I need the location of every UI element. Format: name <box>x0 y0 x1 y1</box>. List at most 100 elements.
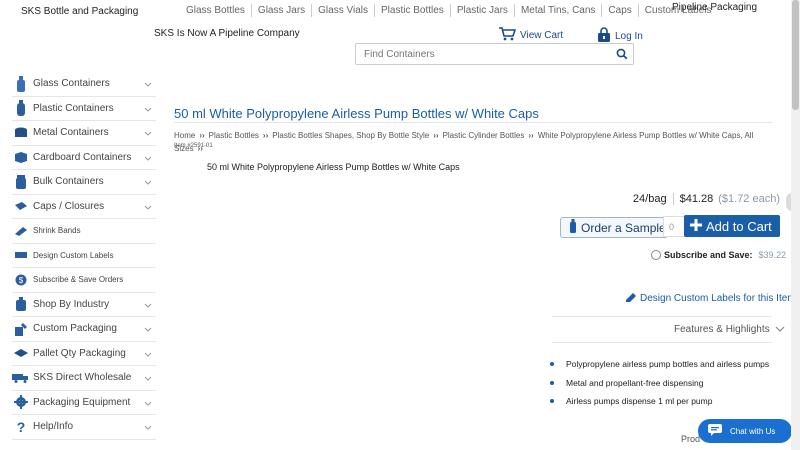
features-divider-top <box>552 316 772 317</box>
bullet-icon <box>550 362 554 366</box>
nav-glass-jars[interactable]: Glass Jars <box>252 4 313 17</box>
sidebar-item-help-info[interactable]: ? Help/Info <box>12 415 156 440</box>
sidebar-item-label: Glass Containers <box>33 78 110 90</box>
pallet-icon <box>12 348 30 358</box>
feature-text: Metal and propellant-free dispensing <box>566 377 704 388</box>
sidebar-item-metal-containers[interactable]: Metal Containers <box>12 121 156 146</box>
add-to-cart-button[interactable]: Add to Cart <box>684 215 780 237</box>
sidebar-item-shrink-bands[interactable]: Shrink Bands <box>12 219 156 244</box>
log-in-label: Log In <box>615 30 643 42</box>
product-title: 50 ml White Polypropylene Airless Pump B… <box>174 106 539 121</box>
breadcrumb-plastic-bottles[interactable]: Plastic Bottles <box>209 131 259 140</box>
product-details-heading: Prod <box>681 434 701 444</box>
sidebar-item-bulk-containers[interactable]: Bulk Containers <box>12 170 156 195</box>
order-sample-label: Order a Sample <box>581 220 666 235</box>
industry-icon <box>12 297 30 312</box>
search-box <box>355 43 634 65</box>
chat-button[interactable]: Chat with Us <box>698 419 792 443</box>
order-sample-button[interactable]: Order a Sample <box>560 217 668 238</box>
sidebar-item-plastic-containers[interactable]: Plastic Containers <box>12 97 156 121</box>
chat-icon <box>708 424 722 438</box>
nav-plastic-jars[interactable]: Plastic Jars <box>451 4 515 17</box>
label-icon <box>12 250 30 260</box>
glass-bottle-icon <box>12 75 30 92</box>
sidebar-item-label: Packaging Equipment <box>33 396 131 408</box>
design-labels-link[interactable]: Design Custom Labels for this Item <box>625 291 796 305</box>
features-list: Polypropylene airless pump bottles and a… <box>548 359 769 415</box>
brand-name[interactable]: SKS Bottle and Packaging <box>21 6 138 17</box>
sidebar-item-design-custom-labels[interactable]: Design Custom Labels <box>12 244 156 268</box>
view-cart-label: View Cart <box>520 30 564 41</box>
bullet-icon <box>550 399 554 403</box>
sidebar-item-sks-direct-wholesale[interactable]: SKS Direct Wholesale <box>12 366 156 391</box>
custom-packaging-icon <box>12 322 30 336</box>
breadcrumb-home[interactable]: Home <box>174 131 195 140</box>
sidebar-item-label: Design Custom Labels <box>33 250 114 260</box>
gear-icon <box>12 395 30 410</box>
product-subtitle: 50 ml White Polypropylene Airless Pump B… <box>207 162 460 172</box>
feature-item: Polypropylene airless pump bottles and a… <box>548 359 769 378</box>
top-nav: Glass Bottles Glass Jars Glass Vials Pla… <box>180 4 717 17</box>
sidebar-item-shop-by-industry[interactable]: Shop By Industry <box>12 293 156 317</box>
chevron-down-icon <box>144 373 152 384</box>
box-icon <box>12 151 30 164</box>
pack-size: 24/bag <box>632 193 667 205</box>
svg-text:$: $ <box>19 276 24 285</box>
tagline: SKS Is Now A Pipeline Company <box>154 28 300 39</box>
breadcrumb-cylinder[interactable]: Plastic Cylinder Bottles <box>443 131 525 140</box>
scrollbar[interactable] <box>791 0 800 450</box>
chevron-down-icon <box>144 349 152 360</box>
sidebar-item-label: Subscribe & Save Orders <box>33 275 124 285</box>
quantity-input[interactable]: 0 <box>663 216 685 237</box>
features-toggle[interactable]: Features & Highlights <box>674 324 785 335</box>
sidebar-item-packaging-equipment[interactable]: Packaging Equipment <box>12 391 156 415</box>
sidebar-item-label: SKS Direct Wholesale <box>33 372 132 384</box>
nav-glass-bottles[interactable]: Glass Bottles <box>180 4 252 17</box>
chevron-down-icon <box>144 153 152 164</box>
bullet-icon <box>550 380 554 385</box>
sidebar-item-cardboard-containers[interactable]: Cardboard Containers <box>12 146 156 170</box>
sidebar-item-label: Plastic Containers <box>33 102 114 114</box>
breadcrumb-shapes[interactable]: Plastic Bottles Shapes, Shop By Bottle S… <box>272 131 429 140</box>
view-cart-link[interactable]: View Cart <box>498 27 563 44</box>
feature-item: Metal and propellant-free dispensing <box>548 378 769 397</box>
sidebar-item-glass-containers[interactable]: Glass Containers <box>12 72 156 97</box>
nav-glass-vials[interactable]: Glass Vials <box>312 4 375 17</box>
search-input[interactable] <box>356 44 611 64</box>
chevron-down-icon <box>144 324 152 335</box>
nav-caps[interactable]: Caps <box>602 4 639 17</box>
design-labels-label: Design Custom Labels for this Item <box>640 292 796 304</box>
sidebar: Glass Containers Plastic Containers Metal … <box>12 72 156 440</box>
cart-icon <box>498 27 517 44</box>
truck-icon <box>12 373 30 383</box>
chevron-down-icon <box>144 202 152 213</box>
subscribe-price: $39.22 <box>758 250 787 260</box>
question-icon: ? <box>12 420 30 434</box>
feature-text: Polypropylene airless pump bottles and a… <box>566 359 770 369</box>
plus-icon <box>690 218 702 234</box>
price-each: ($1.72 each) <box>718 193 780 205</box>
chevron-down-icon <box>144 177 152 188</box>
pipeline-link[interactable]: Pipeline Packaging <box>672 2 757 13</box>
sidebar-item-subscribe-save-orders[interactable]: $ Subscribe & Save Orders <box>12 268 156 293</box>
pricing-divider <box>672 193 674 205</box>
sidebar-item-custom-packaging[interactable]: Custom Packaging <box>12 317 156 342</box>
sidebar-item-label: Bulk Containers <box>33 176 104 188</box>
nav-plastic-bottles[interactable]: Plastic Bottles <box>375 4 451 17</box>
pricing-row: 24/bag $41.28 ($1.72 each) <box>633 193 780 205</box>
shrink-band-icon <box>12 226 30 236</box>
search-icon[interactable] <box>611 44 633 64</box>
sidebar-item-label: Shrink Bands <box>33 226 81 236</box>
sidebar-item-label: Cardboard Containers <box>33 151 132 163</box>
price: $41.28 <box>679 193 714 205</box>
sidebar-item-label: Caps / Closures <box>33 200 105 212</box>
sidebar-item-caps-closures[interactable]: Caps / Closures <box>12 195 156 219</box>
sidebar-item-pallet-qty-packaging[interactable]: Pallet Qty Packaging <box>12 342 156 366</box>
scrollbar-thumb[interactable] <box>792 0 799 110</box>
subscribe-radio[interactable] <box>651 250 661 260</box>
chevron-down-icon <box>775 324 785 335</box>
feature-item: Airless pumps dispense 1 ml per pump <box>548 396 769 415</box>
subscribe-option[interactable]: Subscribe and Save: $39.22 <box>651 250 786 260</box>
nav-metal-tins[interactable]: Metal Tins, Cans <box>515 4 603 17</box>
sidebar-item-label: Shop By Industry <box>33 298 110 310</box>
